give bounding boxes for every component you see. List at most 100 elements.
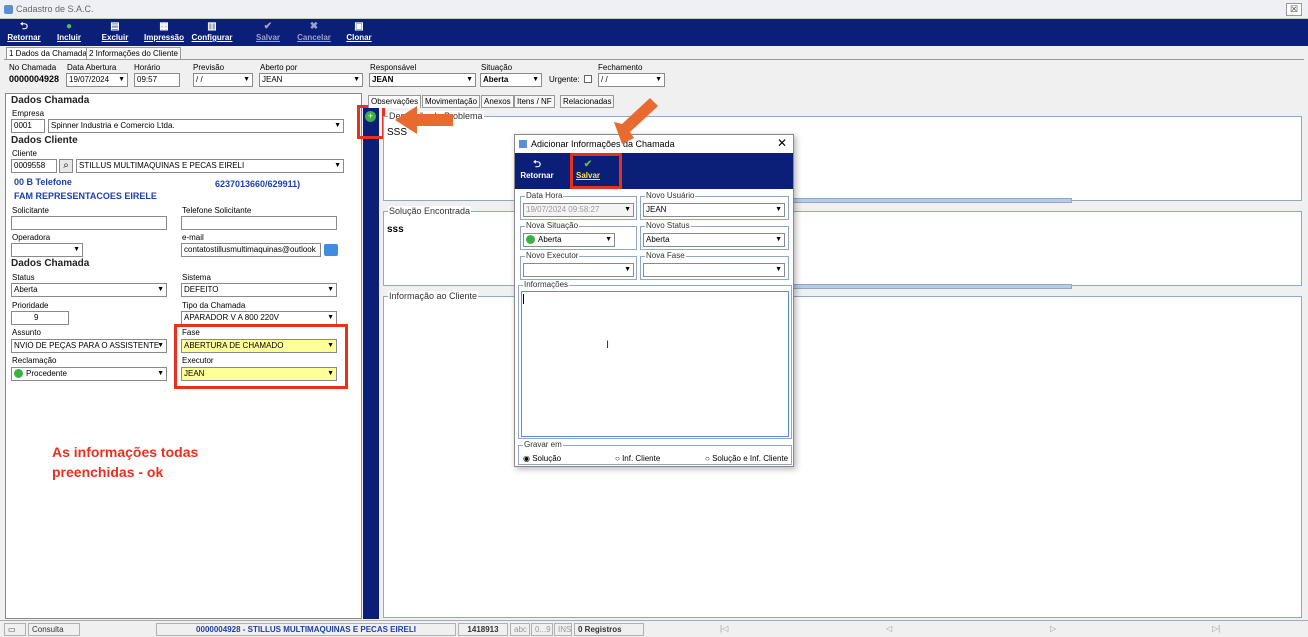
status-bar: ▭ Consulta 0000004928 - STILLUS MULTIMAQ… — [0, 620, 1308, 637]
reclamacao-label: Reclamação — [12, 356, 57, 365]
impressao-button[interactable]: ▦ Impressão — [142, 21, 186, 45]
cliente-label: Cliente — [12, 149, 37, 158]
telefone-number: 6237013660/629911) — [215, 179, 301, 189]
operadora-select[interactable] — [11, 243, 83, 257]
registros-count: 0 Registros — [574, 623, 644, 636]
sistema-select[interactable]: DEFEITO — [181, 283, 337, 297]
config-icon: ▥ — [207, 21, 217, 32]
divider — [4, 59, 1304, 60]
splitter-2[interactable] — [790, 284, 1072, 289]
delete-icon: ▤ — [110, 21, 120, 32]
sistema-label: Sistema — [182, 273, 211, 282]
representante-name: FAM REPRESENTACOES EIRELE — [14, 191, 157, 201]
data-abertura-label: Data Abertura — [67, 63, 117, 72]
no-chamada-value: 0000004928 — [9, 74, 60, 84]
horario-field[interactable]: 09:57 — [134, 73, 180, 87]
salvar-button[interactable]: ✔ Salvar — [253, 21, 283, 45]
situacao-label: Situação — [481, 63, 513, 72]
informacoes-group: Informações I — [518, 280, 792, 439]
configurar-button[interactable]: ▥ Configurar — [190, 21, 234, 45]
clone-icon: ▣ — [354, 21, 364, 32]
solicitante-field[interactable] — [11, 216, 167, 230]
return-icon: ⮌ — [532, 159, 541, 170]
previsao-label: Previsão — [193, 63, 225, 72]
prev-record-icon[interactable]: ◁ — [886, 623, 892, 634]
urgente-checkbox[interactable] — [584, 75, 592, 83]
status-label: Status — [12, 273, 35, 282]
last-record-icon[interactable]: ▷| — [1212, 623, 1220, 634]
mode-indicator: Consulta — [28, 623, 80, 636]
novo-status-select[interactable]: Aberta — [643, 233, 785, 247]
splitter-1[interactable] — [790, 198, 1072, 203]
nova-fase-select[interactable] — [643, 263, 785, 277]
tipo-chamada-select[interactable]: APARADOR V A 800 220V — [181, 311, 337, 325]
retornar-button[interactable]: ⮌ Retornar — [6, 21, 42, 45]
email-field[interactable]: contatostillusmultimaquinas@outlook — [181, 243, 321, 257]
telefone-line: 00 B Telefone — [14, 177, 72, 187]
left-panel: Dados Chamada Empresa 0001 Spinner Indus… — [5, 93, 362, 619]
radio-solucao[interactable]: ◉ Solução — [523, 454, 561, 463]
reclamacao-value: Procedente — [26, 369, 67, 378]
return-icon: ⮌ — [19, 21, 28, 32]
fechamento-label: Fechamento — [598, 63, 643, 72]
tel-solicitante-label: Telefone Solicitante — [182, 206, 252, 215]
data-abertura-field[interactable]: 19/07/2024 — [66, 73, 128, 87]
solicitante-label: Solicitante — [12, 206, 49, 215]
tab-itens-nf[interactable]: Itens / NF — [514, 95, 555, 108]
radio-solucao-inf-cliente[interactable]: ○ Solução e Inf. Cliente — [705, 454, 788, 463]
search-icon[interactable]: ⌕ — [59, 159, 73, 173]
informacoes-textarea[interactable]: I — [521, 291, 789, 437]
gravar-em-group: Gravar em ◉ Solução ○ Inf. Cliente ○ Sol… — [518, 440, 792, 465]
dialog-retornar-button[interactable]: ⮌ Retornar — [518, 159, 556, 183]
assunto-select[interactable]: NVIO DE PEÇAS PARA O ASSISTENTE — [11, 339, 167, 353]
clonar-button[interactable]: ▣ Clonar — [344, 21, 374, 45]
record-indicator: 0000004928 - STILLUS MULTIMAQUINAS E PEC… — [156, 623, 456, 636]
previsao-field[interactable]: / / — [193, 73, 253, 87]
responsavel-select[interactable]: JEAN — [369, 73, 476, 87]
radio-inf-cliente[interactable]: ○ Inf. Cliente — [615, 454, 660, 463]
main-toolbar: ⮌ Retornar ● Incluir ▤ Excluir ▦ Impressão ▥… — [0, 19, 1308, 46]
situacao-select[interactable]: Aberta — [480, 73, 542, 87]
tab-anexos[interactable]: Anexos — [481, 95, 514, 108]
empresa-code-field[interactable]: 0001 — [11, 119, 45, 133]
close-icon[interactable]: ☒ — [1286, 3, 1302, 16]
ins-indicator: INS — [554, 623, 572, 636]
cliente-code-field[interactable]: 0009558 — [11, 159, 57, 173]
annotation-arrow-1 — [395, 106, 453, 134]
cancelar-button[interactable]: ✖ Cancelar — [296, 21, 332, 45]
nav-bar: |◁ ◁ ▷ ▷| — [646, 623, 1304, 636]
status-select[interactable]: Aberta — [11, 283, 167, 297]
solucao-text[interactable]: sss — [387, 224, 404, 235]
window-title: Cadastro de S.A.C. — [16, 4, 94, 14]
aberto-por-select[interactable]: JEAN — [259, 73, 363, 87]
cliente-select[interactable]: STILLUS MULTIMAQUINAS E PECAS EIRELI — [76, 159, 344, 173]
next-record-icon[interactable]: ▷ — [1050, 623, 1056, 634]
novo-executor-select[interactable] — [523, 263, 634, 277]
no-chamada-label: No Chamada — [9, 63, 57, 72]
solucao-label: Solução Encontrada — [388, 206, 472, 216]
email-label: e-mail — [182, 233, 204, 242]
reclamacao-select[interactable]: Procedente — [11, 367, 167, 381]
aberto-por-label: Aberto por — [260, 63, 298, 72]
incluir-button[interactable]: ● Incluir — [54, 21, 84, 45]
nova-situacao-select[interactable]: Aberta — [523, 233, 615, 247]
tel-solicitante-field[interactable] — [181, 216, 337, 230]
fechamento-field[interactable]: / / — [598, 73, 665, 87]
print-icon: ▦ — [159, 21, 169, 32]
window-titlebar: Cadastro de S.A.C. ☒ — [0, 0, 1308, 19]
highlight-box — [174, 324, 348, 389]
nova-situacao-group: Nova Situação Aberta — [520, 221, 637, 250]
prioridade-label: Prioridade — [12, 301, 49, 310]
assunto-label: Assunto — [12, 328, 41, 337]
abc-indicator: abc — [510, 623, 530, 636]
first-record-icon[interactable]: |◁ — [720, 623, 728, 634]
annotation-note: As informações todas preenchidas - ok — [52, 444, 199, 480]
email-icon[interactable] — [324, 244, 338, 256]
excluir-button[interactable]: ▤ Excluir — [100, 21, 130, 45]
responsavel-label: Responsável — [370, 63, 417, 72]
novo-usuario-select[interactable]: JEAN — [643, 203, 785, 217]
empresa-select[interactable]: Spinner Industria e Comercio Ltda. — [48, 119, 344, 133]
data-hora-field[interactable]: 19/07/2024 09:58:27 — [523, 203, 634, 217]
prioridade-stepper[interactable]: 9 — [11, 311, 69, 325]
dialog-close-icon[interactable]: ✕ — [777, 136, 787, 150]
